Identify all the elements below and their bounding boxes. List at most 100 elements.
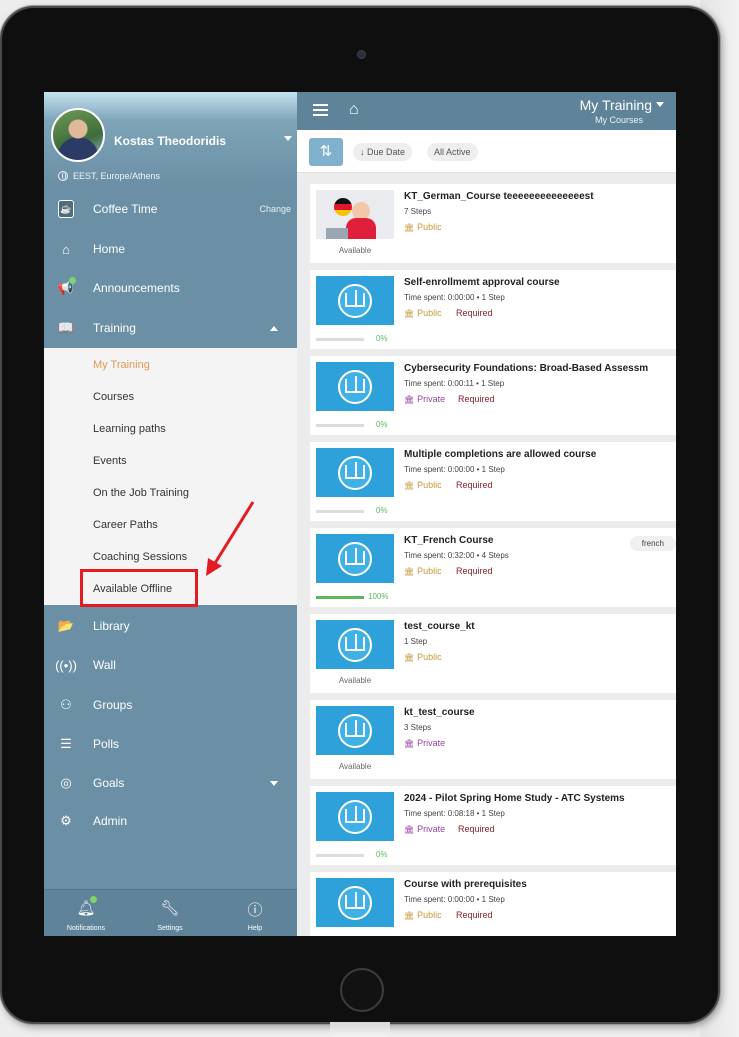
app-screen: Kostas Theodoridis EEST, Europe/Athens ☕…: [44, 92, 676, 936]
bars-icon: ☰: [60, 736, 72, 751]
status-filter[interactable]: All Active: [427, 143, 478, 161]
sidebar-item-label: Admin: [93, 814, 128, 828]
profile-header[interactable]: Kostas Theodoridis EEST, Europe/Athens: [44, 92, 297, 187]
course-title: kt_test_course: [404, 707, 475, 718]
course-meta: Time spent: 0:08:18 • 1 Step: [404, 809, 505, 818]
folder-icon: 📂: [57, 618, 75, 633]
chevron-down-icon[interactable]: [284, 136, 292, 141]
change-link[interactable]: Change: [259, 204, 291, 214]
hardware-home-button[interactable]: [340, 968, 384, 1012]
required-badge: Required: [456, 910, 493, 920]
course-card[interactable]: 0% Multiple completions are allowed cour…: [310, 442, 676, 521]
progress-percent: 0%: [376, 850, 388, 859]
submenu-courses[interactable]: Courses: [93, 391, 134, 403]
course-title: Cybersecurity Foundations: Broad-Based A…: [404, 363, 649, 374]
page-title[interactable]: My Training: [580, 97, 652, 113]
course-title: 2024 - Pilot Spring Home Study - ATC Sys…: [404, 793, 625, 804]
target-icon: ◎: [60, 775, 72, 790]
course-thumbnail: [316, 276, 394, 325]
course-card[interactable]: Available kt_test_course 3 Steps 🏛︎ Priva…: [310, 700, 676, 779]
course-card[interactable]: 0% Self-enrollmemt approval course Time …: [310, 270, 676, 349]
notifications-button[interactable]: 🔔︎ Notifications: [46, 890, 126, 936]
course-card[interactable]: Course with prerequisites Time spent: 0:…: [310, 872, 676, 936]
home-icon: ⌂: [62, 241, 70, 257]
home-icon[interactable]: ⌂: [349, 101, 359, 119]
visibility-label: Public: [417, 910, 442, 920]
sidebar-item-admin[interactable]: ⚙ Admin: [44, 806, 297, 836]
sidebar-item-library[interactable]: 📂 Library: [44, 611, 297, 641]
due-date-label: Due Date: [367, 147, 406, 157]
settings-button[interactable]: 🔧︎ Settings: [130, 890, 210, 936]
sidebar-item-polls[interactable]: ☰ Polls: [44, 729, 297, 759]
chevron-up-icon[interactable]: [270, 325, 278, 331]
sidebar-item-groups[interactable]: ⚇ Groups: [44, 690, 297, 720]
course-meta: Time spent: 0:00:00 • 1 Step: [404, 293, 505, 302]
course-card[interactable]: 0% Cybersecurity Foundations: Broad-Base…: [310, 356, 676, 435]
required-badge: Required: [456, 480, 493, 490]
due-date-filter[interactable]: ↓ Due Date: [353, 143, 413, 161]
hamburger-menu-icon[interactable]: [313, 104, 328, 116]
sort-button[interactable]: ⇅: [309, 138, 343, 166]
sidebar-item-wall[interactable]: ((•)) Wall: [44, 650, 297, 680]
course-card[interactable]: 0% 2024 - Pilot Spring Home Study - ATC …: [310, 786, 676, 865]
sidebar-item-label: Polls: [93, 737, 120, 751]
submenu-on-the-job-training[interactable]: On the Job Training: [93, 487, 189, 499]
visibility-label: Public: [417, 566, 442, 576]
progress-percent: 0%: [376, 334, 388, 343]
sidebar-item-announcements[interactable]: 📢 Announcements: [44, 273, 297, 303]
visibility-badge: 🏛︎ Public: [404, 480, 442, 490]
sidebar-item-home[interactable]: ⌂ Home: [44, 234, 297, 264]
bank-icon: 🏛︎: [404, 223, 415, 232]
sidebar-item-label: Wall: [93, 658, 116, 672]
chevron-down-icon[interactable]: [656, 102, 664, 107]
sidebar-item-coffee-time[interactable]: ☕ Coffee Time Change: [44, 194, 297, 224]
course-title: Multiple completions are allowed course: [404, 449, 597, 460]
globe-icon: [58, 171, 68, 181]
open-book-icon: [345, 548, 365, 565]
availability-label: Available: [338, 676, 372, 685]
chevron-down-icon[interactable]: [270, 780, 278, 786]
wrench-icon: 🔧︎: [160, 900, 180, 917]
profile-name: Kostas Theodoridis: [114, 134, 227, 148]
course-title: Self-enrollmemt approval course: [404, 277, 560, 288]
help-button[interactable]: ⓘ Help: [215, 890, 295, 936]
visibility-label: Public: [417, 308, 442, 318]
help-label: Help: [247, 925, 263, 932]
course-meta: Time spent: 0:00:00 • 1 Step: [404, 465, 505, 474]
sidebar-footer: 🔔︎ Notifications 🔧︎ Settings ⓘ Help: [44, 889, 297, 936]
course-title: test_course_kt: [404, 621, 475, 632]
bank-icon: 🏛︎: [404, 653, 415, 662]
course-meta: 3 Steps: [404, 723, 432, 732]
submenu-coaching-sessions[interactable]: Coaching Sessions: [93, 551, 187, 563]
language-tag[interactable]: french: [629, 536, 676, 551]
sidebar-item-label: Groups: [93, 698, 133, 712]
submenu-career-paths[interactable]: Career Paths: [93, 519, 158, 531]
sidebar-item-training[interactable]: 📖 Training: [44, 313, 297, 343]
notification-dot: [90, 896, 97, 903]
settings-label: Settings: [157, 925, 183, 932]
visibility-label: Private: [417, 738, 446, 748]
sidebar-item-label: Library: [93, 619, 130, 633]
course-card[interactable]: Available test_course_kt 1 Step 🏛︎ Public: [310, 614, 676, 693]
visibility-badge: 🏛︎ Public: [404, 910, 442, 920]
notification-dot: [69, 277, 76, 284]
submenu-events[interactable]: Events: [93, 455, 127, 467]
top-bar: ⌂ My Training My Courses: [297, 92, 676, 130]
course-thumbnail: [316, 362, 394, 411]
notifications-label: Notifications: [66, 925, 106, 932]
submenu-my-training[interactable]: My Training: [93, 359, 150, 371]
course-card[interactable]: Available KT_German_Course teeeeeeeeeeee…: [310, 184, 676, 263]
broadcast-icon: ((•)): [55, 657, 77, 673]
open-book-icon: [345, 376, 365, 393]
page-subtitle: My Courses: [594, 115, 643, 125]
timezone-label: EEST, Europe/Athens: [73, 171, 161, 181]
course-card[interactable]: 100% KT_French Course french Time spent:…: [310, 528, 676, 607]
sidebar-item-label: Training: [93, 321, 136, 335]
avatar[interactable]: [51, 108, 105, 162]
german-flag-icon: [334, 198, 352, 216]
annotation-highlight-box: [80, 569, 198, 607]
sidebar-item-goals[interactable]: ◎ Goals: [44, 768, 297, 798]
submenu-learning-paths[interactable]: Learning paths: [93, 423, 166, 435]
filter-bar: ⇅ ↓ Due Date All Active: [297, 130, 676, 173]
sidebar-item-label: Goals: [93, 776, 125, 790]
